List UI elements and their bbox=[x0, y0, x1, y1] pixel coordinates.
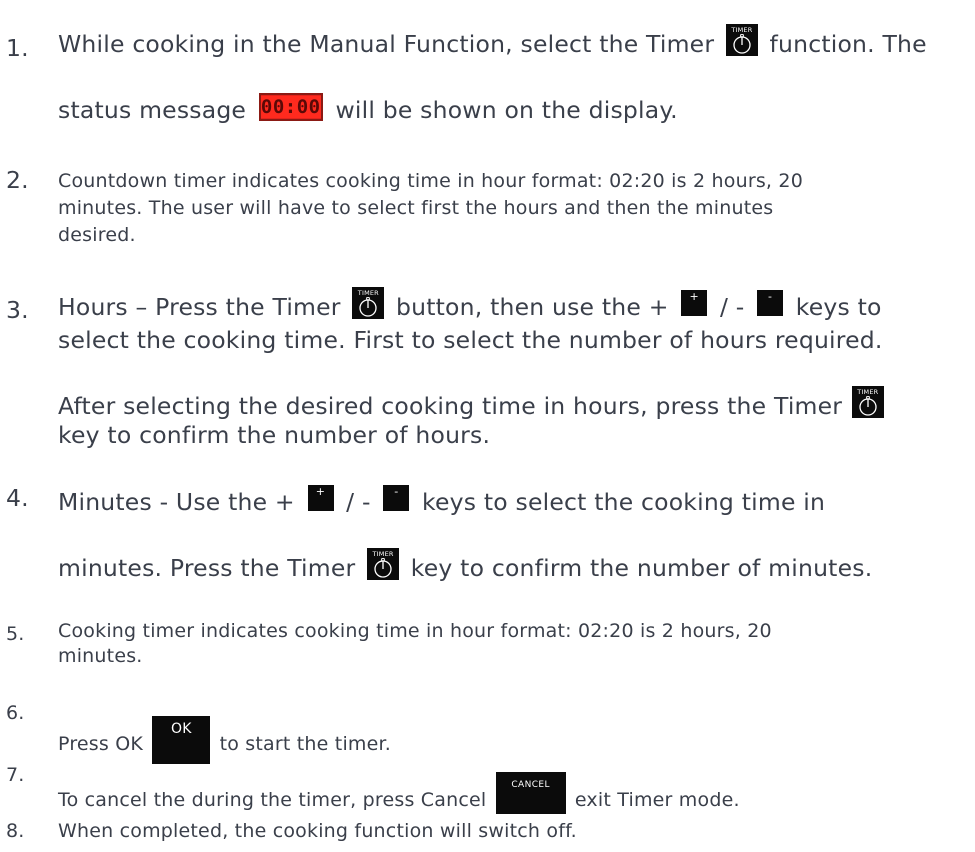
step-text: Countdown timer indicates cooking time i… bbox=[58, 170, 803, 192]
timer-key-icon: TIMER bbox=[367, 548, 400, 580]
step-text: minutes. Press the Timer bbox=[58, 554, 356, 582]
step-text: minutes. The user will have to select fi… bbox=[58, 197, 774, 219]
step-text: Cooking timer indicates cooking time in … bbox=[58, 620, 772, 642]
step-text: keys to bbox=[795, 293, 882, 321]
step-text: minutes. bbox=[58, 645, 143, 667]
step-text: / - bbox=[719, 293, 745, 321]
step-number: 6. bbox=[6, 702, 25, 724]
step-number: 1. bbox=[6, 34, 29, 62]
timer-key-icon: TIMER bbox=[851, 386, 884, 418]
step-text: Minutes - Use the + bbox=[58, 488, 295, 516]
timer-key-icon: TIMER bbox=[725, 24, 758, 56]
plus-key-icon: + bbox=[681, 290, 708, 316]
step-text: to start the timer. bbox=[219, 733, 392, 755]
timer-key-icon: TIMER bbox=[352, 287, 385, 319]
plus-key-icon: + bbox=[307, 485, 334, 511]
step-text: function. The bbox=[769, 30, 927, 58]
step-text: key to confirm the number of minutes. bbox=[410, 554, 873, 582]
minus-key-icon: - bbox=[757, 290, 784, 316]
step-number: 8. bbox=[6, 820, 25, 842]
step-text: / - bbox=[346, 488, 371, 516]
step-number: 2. bbox=[6, 166, 29, 194]
step-number: 4. bbox=[6, 484, 29, 512]
step-text: button, then use the + bbox=[396, 293, 669, 321]
step-text: key to confirm the number of hours. bbox=[58, 421, 491, 449]
step-text: select the cooking time. First to select… bbox=[58, 326, 883, 354]
step-text: Hours – Press the Timer bbox=[58, 293, 341, 321]
step-text: status message bbox=[58, 96, 247, 124]
status-display-icon: 00:00 bbox=[258, 93, 323, 121]
step-number: 3. bbox=[6, 296, 29, 324]
step-text: Press OK bbox=[58, 733, 144, 755]
step-number: 7. bbox=[6, 764, 25, 786]
step-text: will be shown on the display. bbox=[335, 96, 678, 124]
step-number: 5. bbox=[6, 623, 25, 645]
step-text: After selecting the desired cooking time… bbox=[58, 392, 843, 420]
step-text: exit Timer mode. bbox=[574, 789, 740, 811]
step-text: keys to select the cooking time in bbox=[421, 488, 826, 516]
step-text: When completed, the cooking function wil… bbox=[58, 820, 577, 842]
step-text: desired. bbox=[58, 224, 136, 246]
ok-key-icon: OK bbox=[152, 716, 211, 764]
minus-key-icon: - bbox=[383, 485, 410, 511]
step-text: To cancel the during the timer, press Ca… bbox=[58, 789, 487, 811]
step-text: While cooking in the Manual Function, se… bbox=[58, 30, 715, 58]
cancel-key-icon: CANCEL bbox=[495, 772, 566, 814]
